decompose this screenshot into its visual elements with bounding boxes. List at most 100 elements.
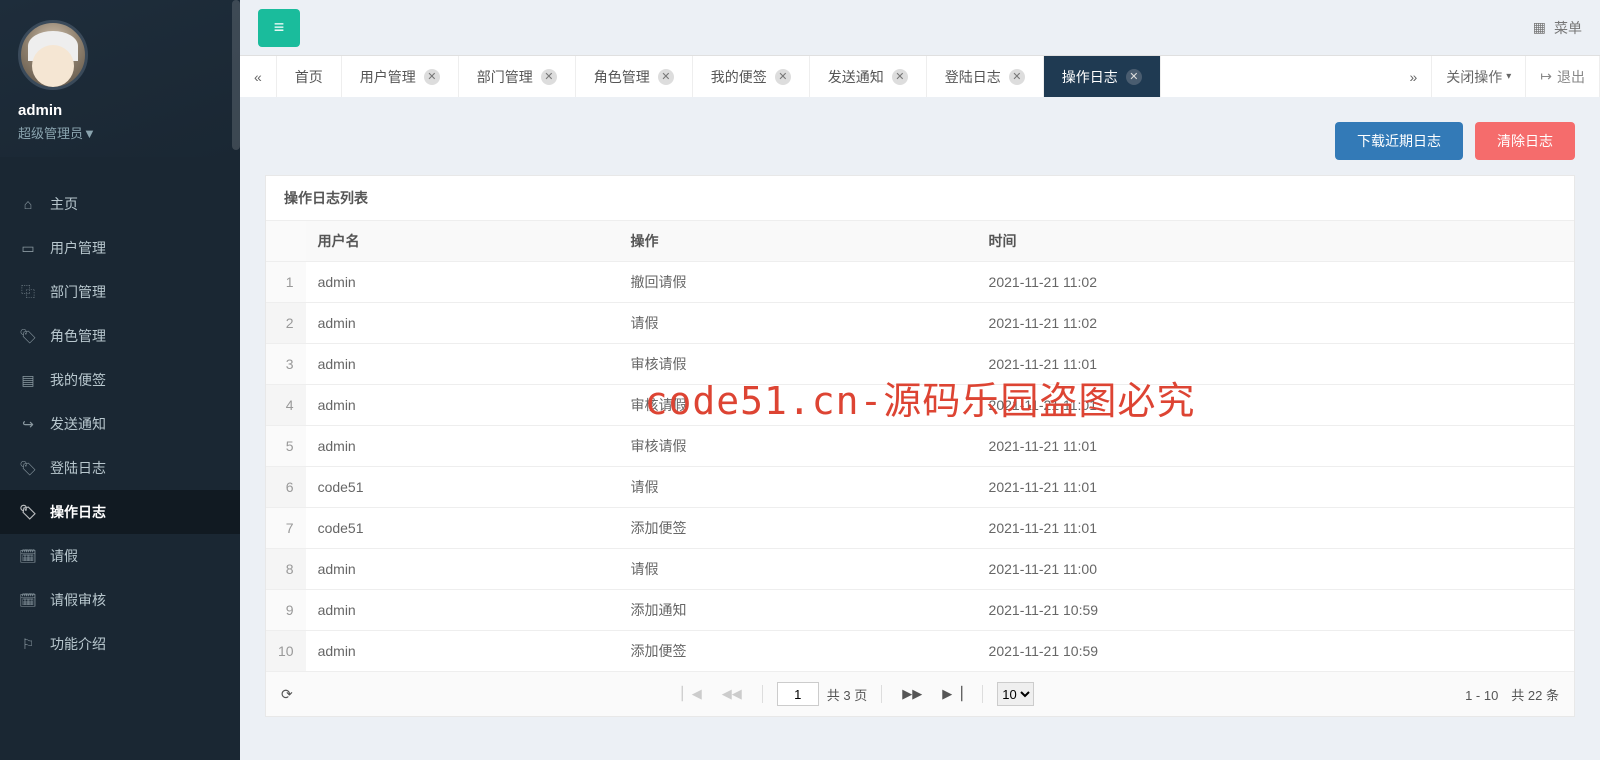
cell-index: 2 <box>266 303 306 344</box>
cell-index: 6 <box>266 467 306 508</box>
cell-index: 7 <box>266 508 306 549</box>
pager-sep3 <box>982 685 983 703</box>
cell-user: code51 <box>306 508 619 549</box>
grid-icon: ▦ <box>1533 19 1546 36</box>
table-row[interactable]: 1admin撤回请假2021-11-21 11:02 <box>266 262 1574 303</box>
tab-5[interactable]: 发送通知✕ <box>810 56 927 97</box>
exit-button[interactable]: ↦ 退出 <box>1526 56 1600 97</box>
sidebar-item-label: 部门管理 <box>50 282 106 302</box>
menu-toggle-right[interactable]: ▦ 菜单 <box>1533 18 1582 38</box>
tab-0[interactable]: 首页 <box>277 56 342 97</box>
sidebar-item-label: 功能介绍 <box>50 634 106 654</box>
cell-op: 审核请假 <box>619 344 977 385</box>
table-row[interactable]: 6code51请假2021-11-21 11:01 <box>266 467 1574 508</box>
tab-6[interactable]: 登陆日志✕ <box>927 56 1044 97</box>
tab-scroll-left[interactable]: « <box>240 56 277 97</box>
user-role-dropdown[interactable]: 超级管理员▼ <box>18 123 222 142</box>
cell-time: 2021-11-21 11:01 <box>977 426 1574 467</box>
refresh-button[interactable]: ⟳ <box>281 686 293 702</box>
table-row[interactable]: 4admin审核请假2021-11-21 11:01 <box>266 385 1574 426</box>
tab-4[interactable]: 我的便签 ✕ <box>693 56 810 97</box>
cell-user: admin <box>306 344 619 385</box>
pager-last[interactable]: ▶▕ <box>936 682 968 706</box>
log-panel: 操作日志列表 用户名 操作 时间 1admin撤回请假2021-11-21 11… <box>265 175 1575 717</box>
tab-close-icon[interactable]: ✕ <box>775 69 791 85</box>
table-row[interactable]: 8admin请假2021-11-21 11:00 <box>266 549 1574 590</box>
tab-close-icon[interactable]: ✕ <box>1126 69 1142 85</box>
cell-index: 5 <box>266 426 306 467</box>
table-row[interactable]: 2admin请假2021-11-21 11:02 <box>266 303 1574 344</box>
user-name: admin <box>18 102 222 119</box>
hamburger-button[interactable]: ≡ <box>258 9 300 47</box>
sidebar-item-op-log[interactable]: 🏷操作日志 <box>0 490 240 534</box>
cell-time: 2021-11-21 11:02 <box>977 303 1574 344</box>
sidebar-item-review[interactable]: 🗓 请假审核 <box>0 578 240 622</box>
tab-close-icon[interactable]: ✕ <box>892 69 908 85</box>
sidebar-item-dept[interactable]: ⿻部门管理 <box>0 270 240 314</box>
pager: ⟳ ▏◀ ◀◀ 共 3 页 <box>266 671 1574 716</box>
table-row[interactable]: 7code51添加便签2021-11-21 11:01 <box>266 508 1574 549</box>
sidebar-item-login-log[interactable]: 🏷登陆日志 <box>0 446 240 490</box>
cell-user: admin <box>306 385 619 426</box>
tab-close-icon[interactable]: ✕ <box>658 69 674 85</box>
tab-label: 角色管理 <box>594 67 650 87</box>
sidebar-item-label: 角色管理 <box>50 326 106 346</box>
table-row[interactable]: 5admin审核请假2021-11-21 11:01 <box>266 426 1574 467</box>
role-icon: 🏷 <box>18 328 38 345</box>
content: 下载近期日志 清除日志 操作日志列表 用户名 操作 时间 1admin撤回请假2… <box>240 97 1600 760</box>
avatar[interactable] <box>18 20 88 90</box>
sidebar-item-home[interactable]: ⌂主页 <box>0 182 240 226</box>
sidebar-item-role[interactable]: 🏷 角色管理 <box>0 314 240 358</box>
pager-next[interactable]: ▶▶ <box>896 682 928 706</box>
table-row[interactable]: 10admin添加便签2021-11-21 10:59 <box>266 631 1574 672</box>
op-log-icon: 🏷 <box>18 504 38 521</box>
pager-page-input[interactable] <box>777 682 819 706</box>
tab-close-icon[interactable]: ✕ <box>424 69 440 85</box>
cell-op: 请假 <box>619 549 977 590</box>
sidebar-item-note[interactable]: ▤我的便签 <box>0 358 240 402</box>
cell-time: 2021-11-21 11:01 <box>977 508 1574 549</box>
tab-label: 我的便签 <box>711 67 767 87</box>
cell-op: 添加便签 <box>619 508 977 549</box>
cell-user: admin <box>306 426 619 467</box>
sidebar-item-label: 请假审核 <box>50 590 106 610</box>
home-icon: ⌂ <box>18 196 38 212</box>
tab-label: 用户管理 <box>360 67 416 87</box>
sidebar-item-users[interactable]: ▭用户管理 <box>0 226 240 270</box>
sidebar-item-send[interactable]: ↪发送通知 <box>0 402 240 446</box>
tab-2[interactable]: 部门管理✕ <box>459 56 576 97</box>
cell-index: 1 <box>266 262 306 303</box>
close-ops-dropdown[interactable]: 关闭操作 <box>1432 56 1526 97</box>
action-bar: 下载近期日志 清除日志 <box>265 122 1575 160</box>
pager-first[interactable]: ▏◀ <box>676 682 708 706</box>
exit-icon: ↦ <box>1540 68 1552 85</box>
sidebar-item-label: 请假 <box>50 546 78 566</box>
sidebar-item-feature[interactable]: ⚐功能介绍 <box>0 622 240 666</box>
tab-3[interactable]: 角色管理 ✕ <box>576 56 693 97</box>
pager-sep2 <box>881 685 882 703</box>
topbar: ≡ ▦ 菜单 <box>240 0 1600 55</box>
pager-prev[interactable]: ◀◀ <box>716 682 748 706</box>
panel-title: 操作日志列表 <box>266 176 1574 220</box>
table-row[interactable]: 9admin添加通知2021-11-21 10:59 <box>266 590 1574 631</box>
tab-scroll-right[interactable]: » <box>1395 56 1432 97</box>
table-row[interactable]: 3admin审核请假2021-11-21 11:01 <box>266 344 1574 385</box>
tab-7[interactable]: 操作日志✕ <box>1044 56 1161 97</box>
tab-1[interactable]: 用户管理 ✕ <box>342 56 459 97</box>
clear-log-button[interactable]: 清除日志 <box>1475 122 1575 160</box>
col-op: 操作 <box>619 221 977 262</box>
tab-close-icon[interactable]: ✕ <box>1009 69 1025 85</box>
cell-user: code51 <box>306 467 619 508</box>
cell-op: 审核请假 <box>619 385 977 426</box>
sidebar-item-leave[interactable]: 🗓 请假 <box>0 534 240 578</box>
review-icon: 🗓 <box>18 592 38 609</box>
cell-time: 2021-11-21 11:01 <box>977 467 1574 508</box>
cell-user: admin <box>306 590 619 631</box>
sidebar-menu: ⌂主页▭用户管理⿻部门管理 🏷 角色管理 ▤我的便签↪发送通知🏷登陆日志🏷操作日志 🗓 请… <box>0 157 240 760</box>
tab-close-icon[interactable]: ✕ <box>541 69 557 85</box>
login-log-icon: 🏷 <box>18 460 38 477</box>
sidebar-scrollbar[interactable] <box>232 0 240 150</box>
pager-size-select[interactable]: 10 <box>997 682 1034 706</box>
download-log-button[interactable]: 下载近期日志 <box>1335 122 1463 160</box>
leave-icon: 🗓 <box>18 548 38 565</box>
